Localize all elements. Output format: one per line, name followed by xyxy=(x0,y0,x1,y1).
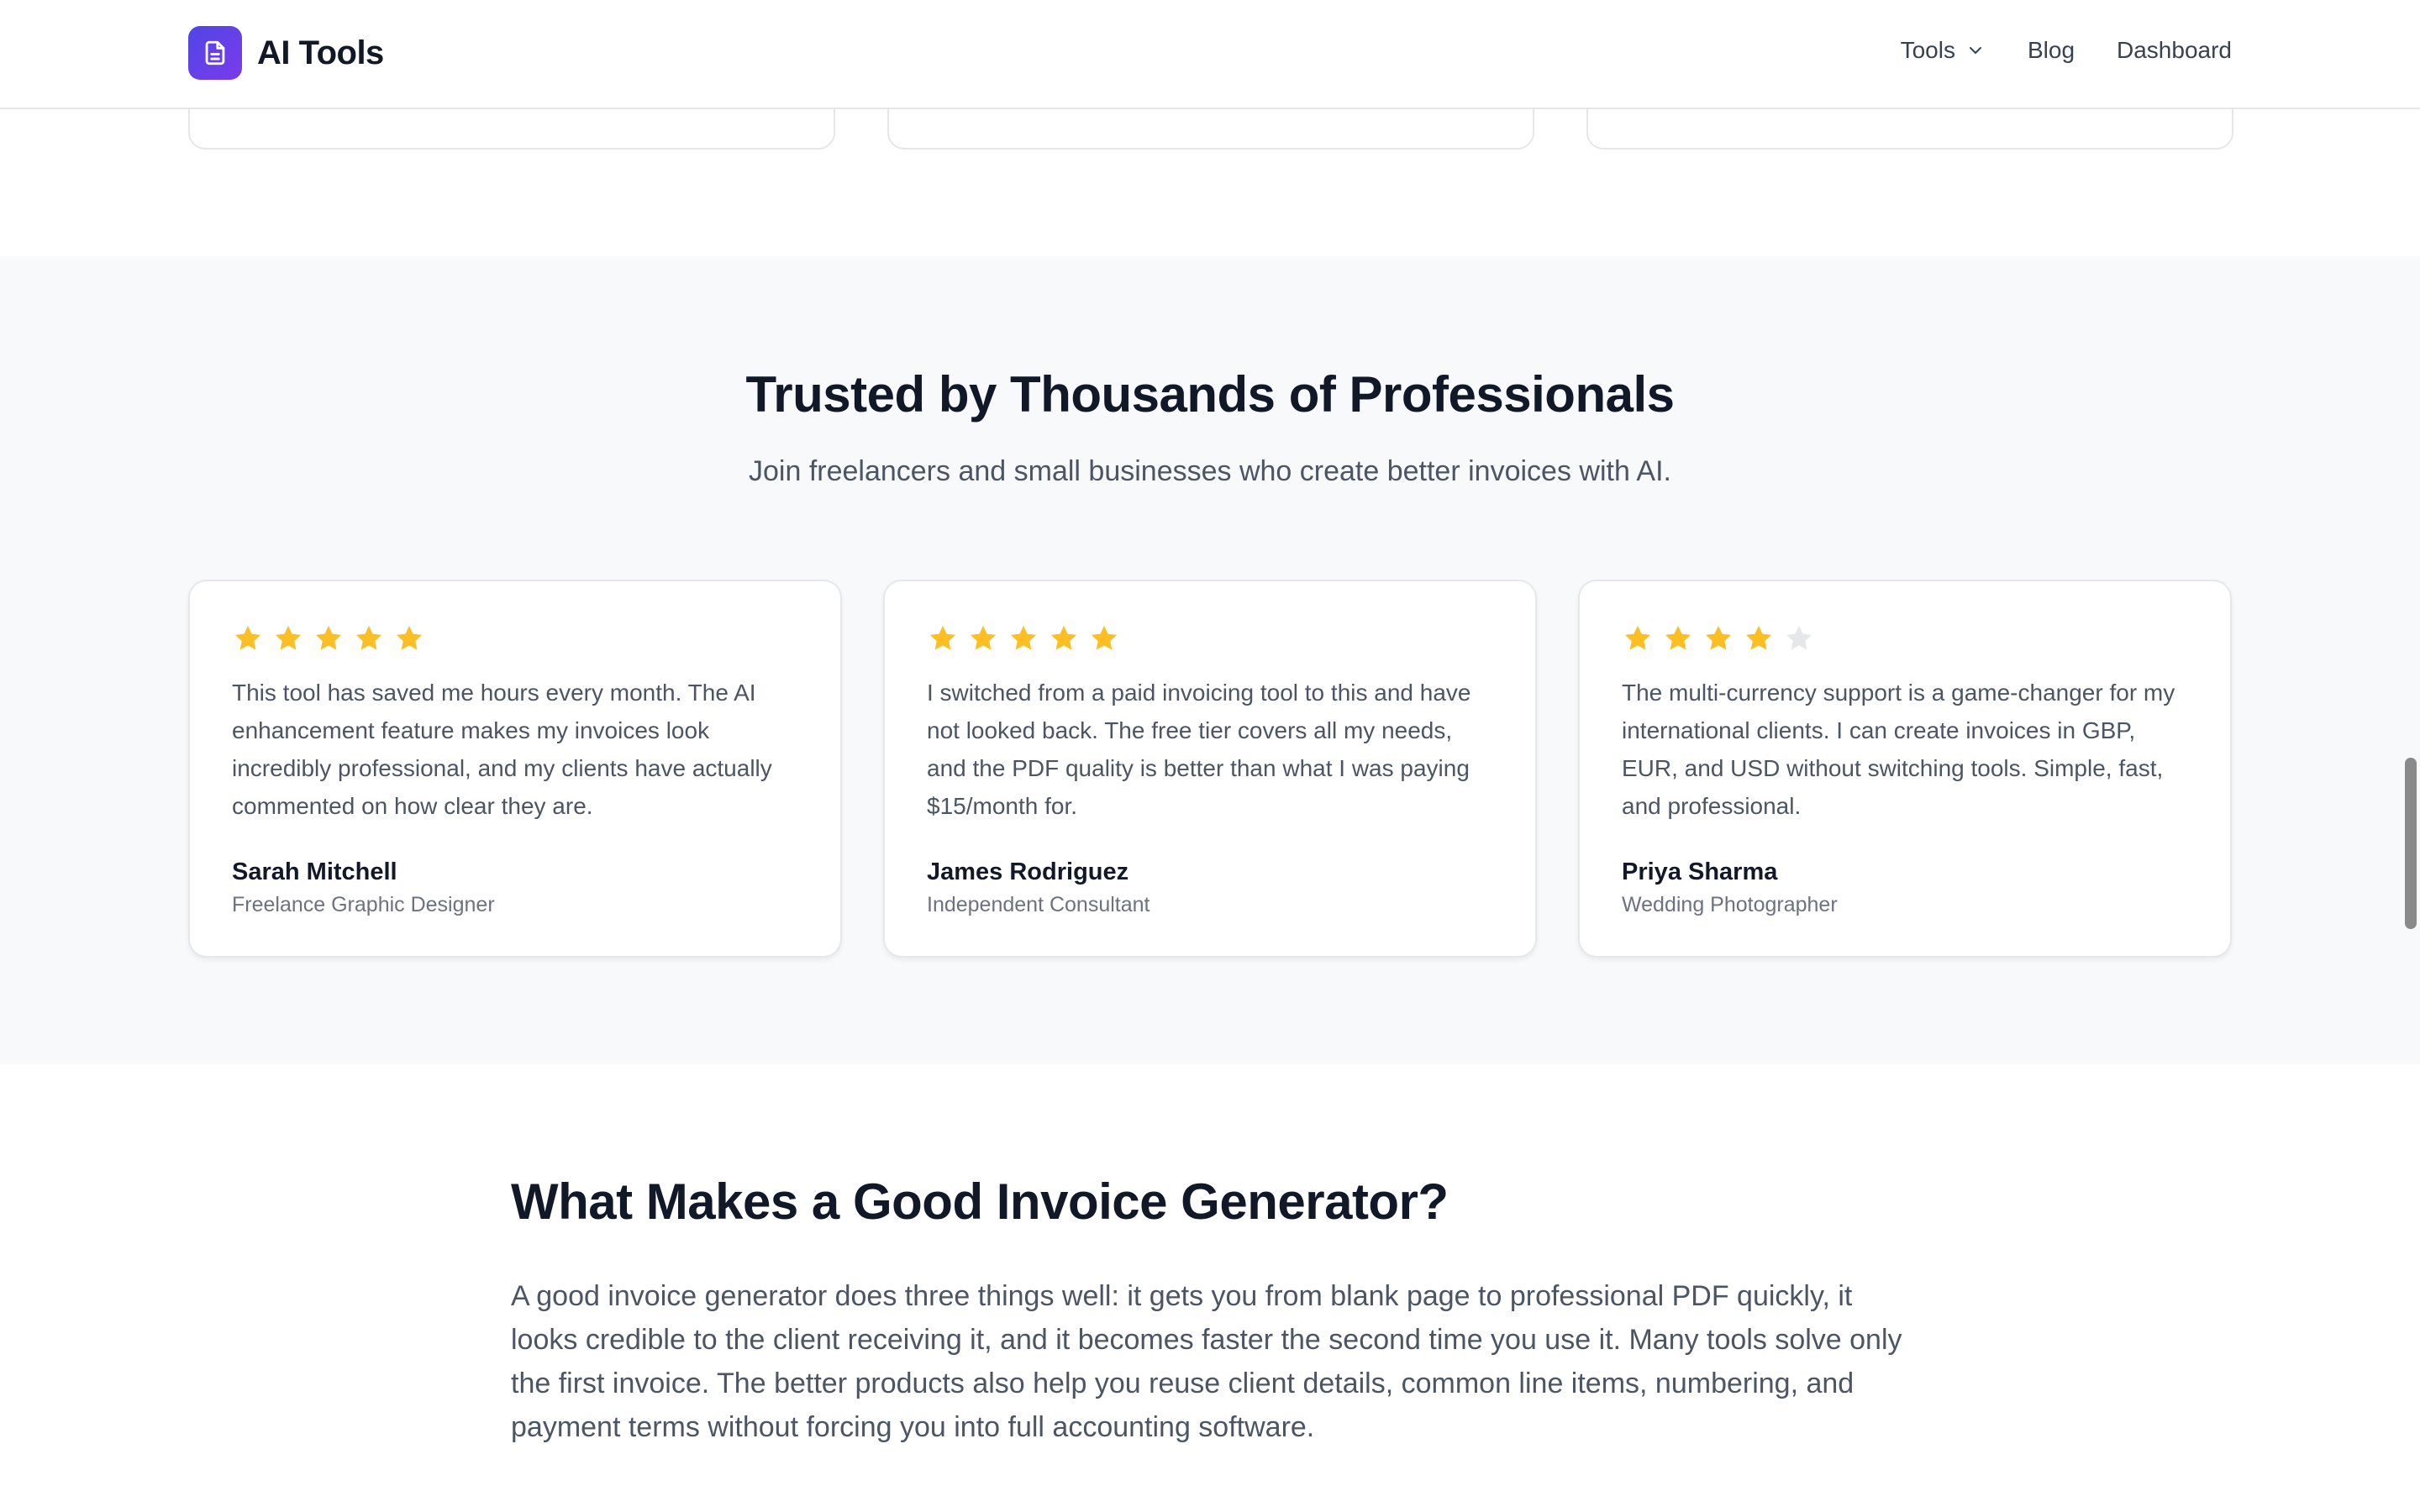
testimonial-quote: The multi-currency support is a game-cha… xyxy=(1622,680,2175,819)
article-title: What Makes a Good Invoice Generator? xyxy=(511,1173,1449,1230)
star-filled-icon xyxy=(355,625,382,650)
star-filled-icon xyxy=(929,625,956,650)
star-rating xyxy=(232,620,798,657)
nav-dashboard-label: Dashboard xyxy=(2117,37,2232,63)
star-rating xyxy=(1622,620,2188,657)
author-role: Independent Consultant xyxy=(927,893,1150,916)
testimonial-card: The multi-currency support is a game-cha… xyxy=(1578,580,2232,958)
scrollbar-thumb[interactable] xyxy=(2405,758,2417,929)
brand-logo-link[interactable]: AI Tools xyxy=(188,26,384,80)
testimonials-title: Trusted by Thousands of Professionals xyxy=(745,366,1675,423)
author-name: Priya Sharma xyxy=(1622,858,1778,885)
star-rating xyxy=(927,620,1493,657)
star-filled-icon xyxy=(1745,625,1772,650)
author-role: Freelance Graphic Designer xyxy=(232,893,495,916)
star-filled-icon xyxy=(970,625,997,650)
star-filled-icon xyxy=(1665,625,1691,650)
author-role: Wedding Photographer xyxy=(1622,893,1838,916)
article-body: A good invoice generator does three thin… xyxy=(511,1280,1902,1443)
nav-blog-link[interactable]: Blog xyxy=(2028,37,2075,64)
site-header: AI Tools Tools Blog Dashboard xyxy=(0,0,2420,109)
author-name: James Rodriguez xyxy=(927,858,1129,885)
star-filled-icon xyxy=(275,625,302,650)
chevron-down-icon xyxy=(1965,40,1986,60)
testimonials-section: Trusted by Thousands of Professionals Jo… xyxy=(0,256,2420,1064)
star-filled-icon xyxy=(234,625,261,650)
nav-dashboard-link[interactable]: Dashboard xyxy=(2117,37,2232,64)
testimonial-card: I switched from a paid invoicing tool to… xyxy=(883,580,1537,958)
testimonial-quote: This tool has saved me hours every month… xyxy=(232,680,772,819)
page: AI Tools Tools Blog Dashboard Trusted by… xyxy=(0,0,2420,1512)
nav-blog-label: Blog xyxy=(2027,37,2075,63)
testimonial-card: This tool has saved me hours every month… xyxy=(188,580,842,958)
star-filled-icon xyxy=(1010,625,1037,650)
testimonial-quote: I switched from a paid invoicing tool to… xyxy=(927,680,1471,819)
star-filled-icon xyxy=(1624,625,1651,650)
star-filled-icon xyxy=(315,625,342,650)
nav-tools-label: Tools xyxy=(1900,37,1955,63)
star-filled-icon xyxy=(1091,625,1118,650)
main-nav: Tools Blog Dashboard xyxy=(1901,37,2232,64)
star-filled-icon xyxy=(1705,625,1732,650)
star-empty-icon xyxy=(1786,625,1812,650)
document-icon xyxy=(188,26,242,80)
nav-tools-dropdown[interactable]: Tools xyxy=(1901,37,1986,64)
author-name: Sarah Mitchell xyxy=(232,858,397,885)
star-filled-icon xyxy=(1050,625,1077,650)
testimonials-subtitle: Join freelancers and small businesses wh… xyxy=(749,455,1671,487)
brand-name: AI Tools xyxy=(257,34,384,71)
star-filled-icon xyxy=(396,625,423,650)
